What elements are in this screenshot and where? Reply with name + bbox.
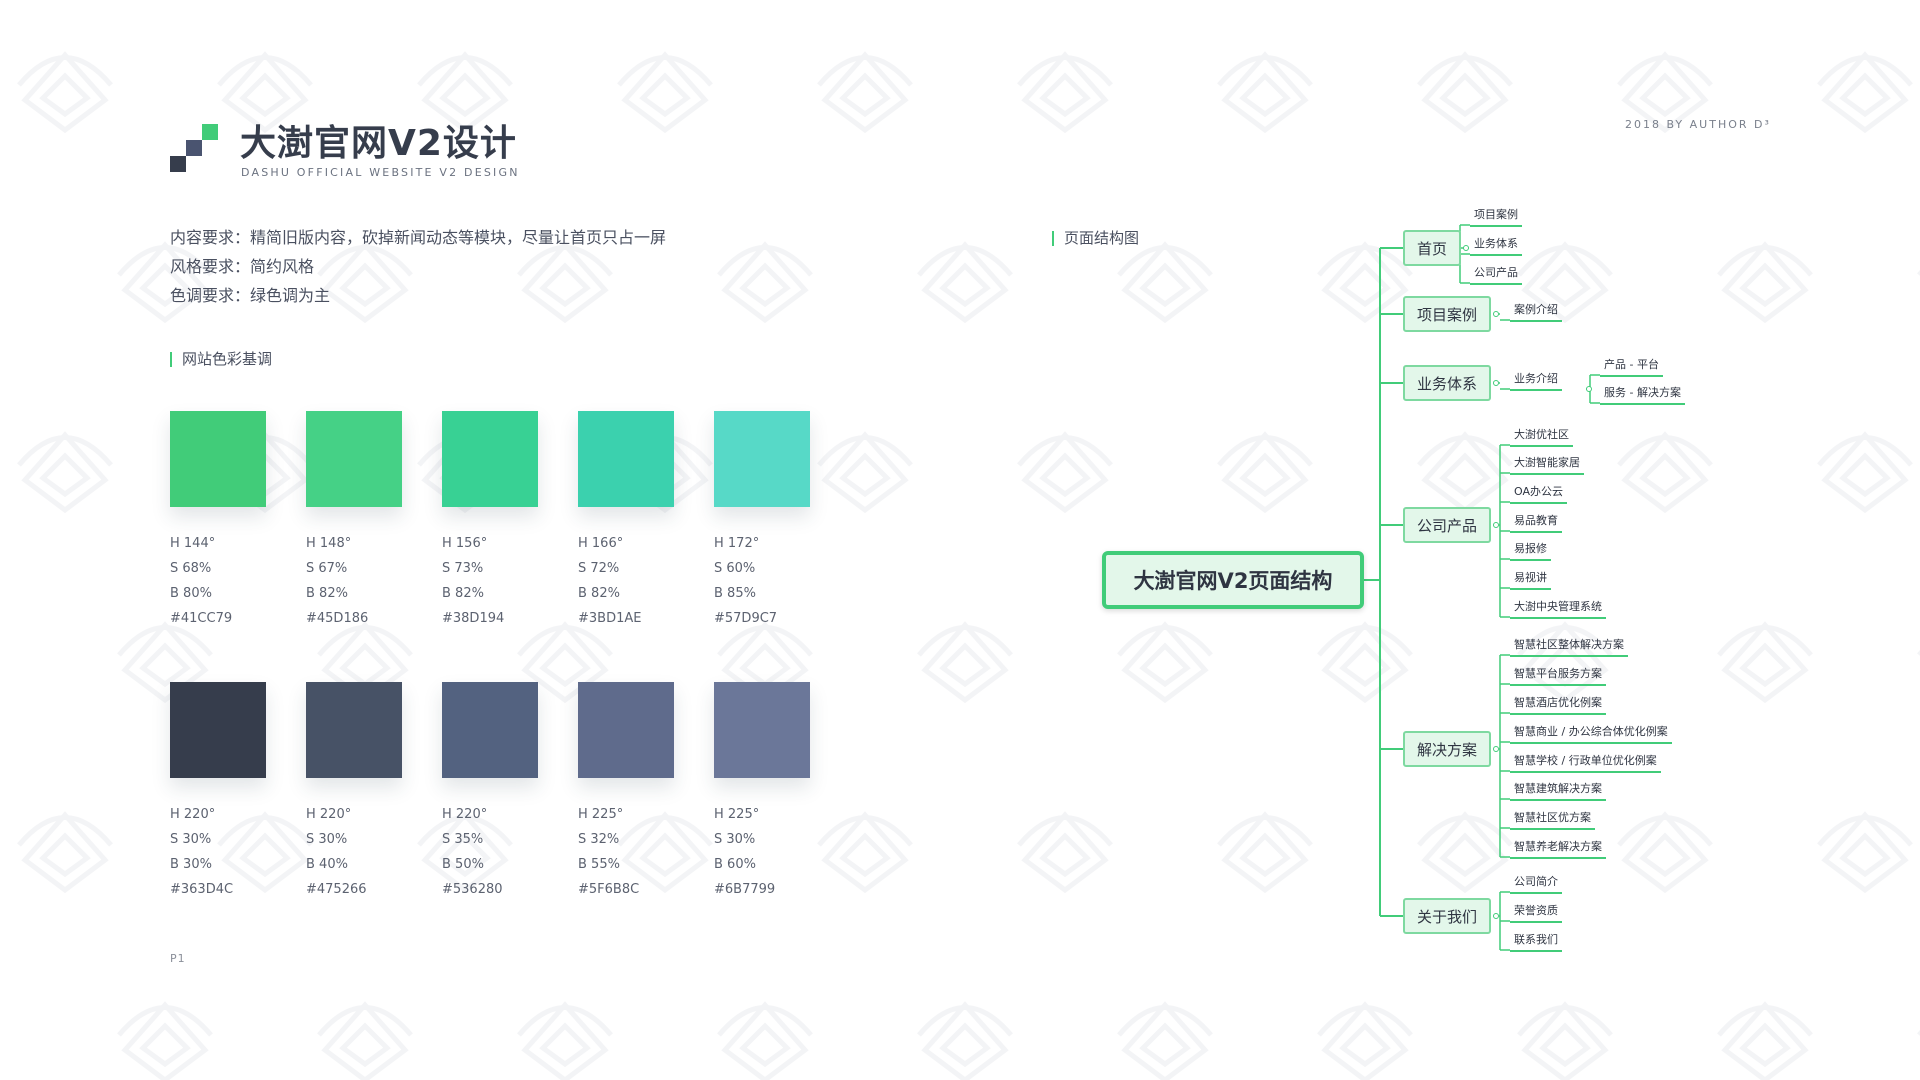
mindmap-leaf[interactable]: 荣誉资质 [1510,904,1562,923]
mindmap-subleaf[interactable]: 服务 - 解决方案 [1600,386,1685,405]
mindmap-leaf[interactable]: 联系我们 [1510,933,1562,952]
mindmap-branch-node[interactable]: 项目案例 [1403,296,1491,332]
mindmap-leaf[interactable]: 易品教育 [1510,514,1562,533]
mindmap-leaf[interactable]: 易报修 [1510,542,1551,561]
branch-connector-dot [1493,522,1499,528]
mindmap-subleaf[interactable]: 产品 - 平台 [1600,358,1663,377]
mindmap-leaf[interactable]: OA办公云 [1510,485,1567,504]
mindmap-leaf[interactable]: 智慧建筑解决方案 [1510,782,1606,801]
branch-connector-dot [1463,245,1469,251]
mindmap-leaf[interactable]: 智慧平台服务方案 [1510,667,1606,686]
mindmap-leaf[interactable]: 公司简介 [1510,875,1562,894]
mindmap-leaf[interactable]: 公司产品 [1470,266,1522,285]
mindmap-leaf[interactable]: 大澍中央管理系统 [1510,600,1606,619]
mindmap-leaf[interactable]: 智慧商业 / 办公综合体优化例案 [1510,725,1672,744]
branch-connector-dot [1493,311,1499,317]
leaf-connector-dot [1586,386,1592,392]
mindmap-branch-node[interactable]: 首页 [1403,230,1461,266]
mindmap-leaf[interactable]: 易视讲 [1510,571,1551,590]
mindmap-leaf[interactable]: 智慧养老解决方案 [1510,840,1606,859]
mindmap-branch-node[interactable]: 解决方案 [1403,731,1491,767]
mindmap-leaf[interactable]: 智慧学校 / 行政单位优化例案 [1510,754,1661,773]
mindmap-leaf[interactable]: 大澍优社区 [1510,428,1573,447]
mindmap-branch-node[interactable]: 关于我们 [1403,898,1491,934]
mindmap: 首页 项目案例 业务体系 公司产品 项目案例 案例介绍 业务体系 业务介绍 产品 - 平台 服务 … [0,0,1920,1080]
mindmap-leaf[interactable]: 智慧社区优方案 [1510,811,1595,830]
mindmap-leaf[interactable]: 案例介绍 [1510,303,1562,322]
mindmap-leaf[interactable]: 项目案例 [1470,208,1522,227]
mindmap-leaf[interactable]: 业务体系 [1470,237,1522,256]
mindmap-leaf[interactable]: 业务介绍 [1510,372,1562,391]
mindmap-branch-node[interactable]: 公司产品 [1403,507,1491,543]
mindmap-branch-node[interactable]: 业务体系 [1403,365,1491,401]
mindmap-leaf[interactable]: 智慧酒店优化例案 [1510,696,1606,715]
mindmap-leaf[interactable]: 智慧社区整体解决方案 [1510,638,1628,657]
mindmap-leaf[interactable]: 大澍智能家居 [1510,456,1584,475]
branch-connector-dot [1493,913,1499,919]
branch-connector-dot [1493,380,1499,386]
branch-connector-dot [1493,746,1499,752]
